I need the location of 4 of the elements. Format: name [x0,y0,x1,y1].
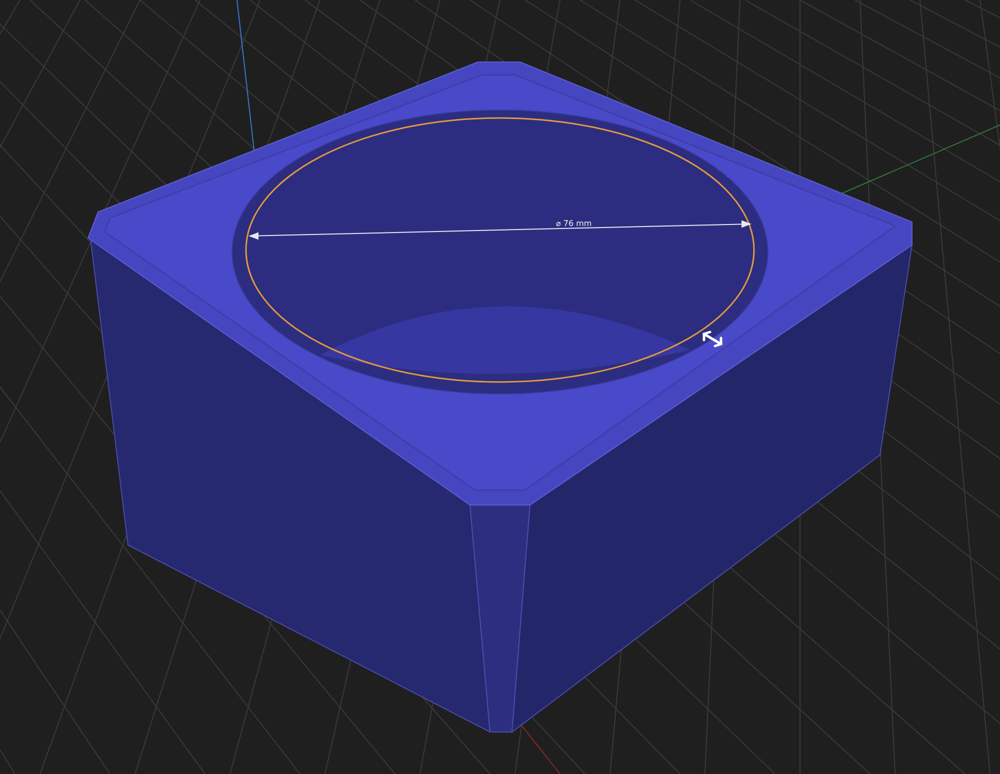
dimension-label: ⌀ 76 mm [556,219,592,228]
resize-cursor-icon [702,330,722,348]
3d-viewport[interactable]: ⌀ 76 mm [0,0,1000,774]
dimension-line[interactable] [248,220,752,240]
